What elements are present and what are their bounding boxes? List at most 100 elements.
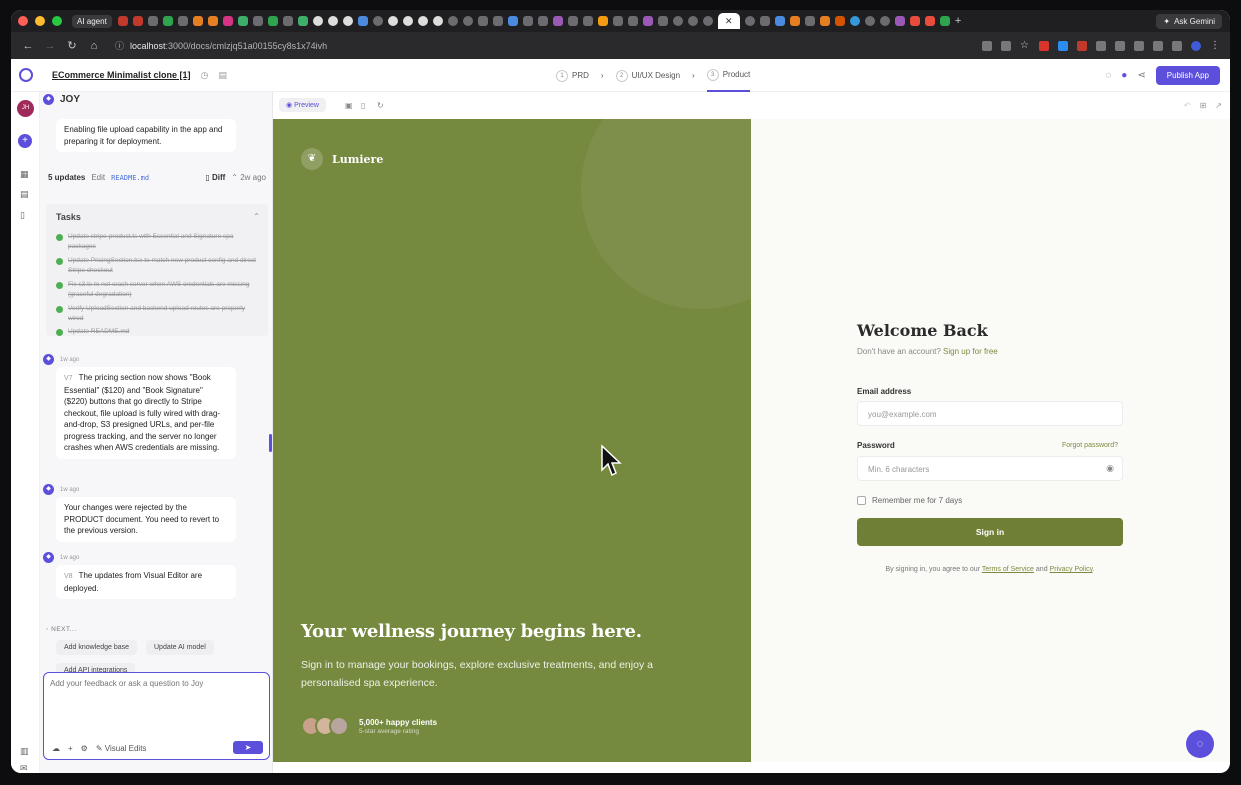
database-icon[interactable]: ▤ xyxy=(20,189,30,199)
github-icon[interactable] xyxy=(312,16,323,26)
grid-icon[interactable]: ▦ xyxy=(20,169,30,179)
tab-favicon-icon[interactable] xyxy=(567,16,578,26)
password-key-icon[interactable] xyxy=(1172,40,1182,51)
chat-input[interactable] xyxy=(50,679,262,729)
tab-favicon-icon[interactable] xyxy=(672,16,683,26)
tab-favicon-icon[interactable] xyxy=(894,16,905,26)
tab-favicon-icon[interactable] xyxy=(282,16,293,26)
github-icon[interactable] xyxy=(402,16,413,26)
tab-favicon-icon[interactable] xyxy=(864,16,875,26)
remember-checkbox[interactable] xyxy=(857,496,866,505)
tab-favicon-icon[interactable] xyxy=(879,16,890,26)
tab-favicon-icon[interactable] xyxy=(582,16,593,26)
tab-favicon-icon[interactable] xyxy=(132,16,143,26)
tab-favicon-icon[interactable] xyxy=(267,16,278,26)
edited-file[interactable]: README.md xyxy=(111,174,149,182)
more-menu-icon[interactable]: ⋮ xyxy=(1210,40,1220,51)
document-icon[interactable]: ▯ xyxy=(20,210,30,220)
tab-favicon-icon[interactable] xyxy=(687,16,698,26)
brand[interactable]: ❦ Lumiere xyxy=(301,148,383,170)
send-button[interactable]: ➤ xyxy=(233,741,263,754)
chat-support-button[interactable]: ◌ xyxy=(1186,730,1214,758)
tab-favicon-icon[interactable] xyxy=(237,16,248,26)
forward-arrow-icon[interactable]: → xyxy=(39,40,61,52)
tab-favicon-icon[interactable] xyxy=(834,16,845,26)
home-icon[interactable]: ⌂ xyxy=(83,40,105,52)
tab-favicon-icon[interactable] xyxy=(462,16,473,26)
add-icon[interactable]: + xyxy=(68,744,73,753)
step-prd[interactable]: 1 PRD xyxy=(556,59,589,92)
tab-favicon-icon[interactable] xyxy=(147,16,158,26)
tab-favicon-icon[interactable] xyxy=(492,16,503,26)
tab-favicon-icon[interactable] xyxy=(252,16,263,26)
share-icon[interactable]: ⋖ xyxy=(1137,70,1145,81)
inbox-icon[interactable]: ✉ xyxy=(20,763,30,773)
open-external-icon[interactable]: ↗ xyxy=(1215,101,1222,110)
address-bar[interactable]: ⓘ localhost:3000/docs/cmlzjq51a00155cy8s… xyxy=(115,39,327,52)
project-title[interactable]: ECommerce Minimalist clone [1] xyxy=(52,70,191,80)
version-badge[interactable]: V8 xyxy=(64,573,73,580)
terms-link[interactable]: Terms of Service xyxy=(982,566,1034,573)
tab-favicon-icon[interactable] xyxy=(357,16,368,26)
tab-favicon-icon[interactable] xyxy=(924,16,935,26)
new-tab-icon[interactable]: + xyxy=(955,15,961,27)
tab-favicon-icon[interactable] xyxy=(849,16,860,26)
tab-favicon-icon[interactable] xyxy=(207,16,218,26)
user-avatar[interactable]: JH xyxy=(17,100,34,117)
step-ui-ux-design[interactable]: 2 UI/UX Design xyxy=(615,59,680,92)
preview-tab[interactable]: ◉ Preview xyxy=(279,98,326,112)
tab-favicon-icon[interactable] xyxy=(162,16,173,26)
tab-favicon-icon[interactable] xyxy=(477,16,488,26)
close-window-button[interactable] xyxy=(18,16,28,26)
resize-handle[interactable] xyxy=(269,434,272,452)
profile-avatar-icon[interactable] xyxy=(1191,40,1201,51)
password-field[interactable]: Min. 6 characters ◉ xyxy=(857,456,1123,481)
step-product[interactable]: 3 Product xyxy=(706,59,751,92)
tab-favicon-icon[interactable] xyxy=(522,16,533,26)
tab-favicon-icon[interactable] xyxy=(117,16,128,26)
tab-favicon-icon[interactable] xyxy=(627,16,638,26)
history-icon[interactable]: ◷ xyxy=(201,70,209,81)
forgot-password-link[interactable]: Forgot password? xyxy=(1062,442,1118,449)
translate-icon[interactable] xyxy=(982,40,992,51)
tab-favicon-icon[interactable] xyxy=(372,16,383,26)
extension-icon[interactable] xyxy=(1153,40,1163,51)
extension-icon[interactable] xyxy=(1058,40,1068,51)
app-logo-icon[interactable] xyxy=(19,68,33,82)
tab-favicon-icon[interactable] xyxy=(759,16,770,26)
active-tab-close-icon[interactable]: ✕ xyxy=(717,13,740,29)
settings-icon[interactable]: ⚙ xyxy=(81,744,88,753)
sync-icon[interactable]: ◌ xyxy=(1105,70,1111,81)
site-info-icon[interactable]: ⓘ xyxy=(115,39,124,52)
version-badge[interactable]: V7 xyxy=(64,375,73,382)
tab-favicon-icon[interactable] xyxy=(447,16,458,26)
github-icon[interactable]: ● xyxy=(1121,70,1127,81)
back-icon[interactable]: ↶ xyxy=(1184,101,1191,110)
publish-app-button[interactable]: Publish App xyxy=(1155,66,1220,85)
cast-icon[interactable] xyxy=(1001,40,1011,51)
tab-favicon-icon[interactable] xyxy=(192,16,203,26)
github-icon[interactable] xyxy=(417,16,428,26)
chevron-up-icon[interactable]: ⌃ xyxy=(253,212,260,221)
tab-favicon-icon[interactable] xyxy=(909,16,920,26)
diff-button[interactable]: ▯ Diff xyxy=(205,173,225,182)
tab-favicon-icon[interactable] xyxy=(177,16,188,26)
tab-favicon-icon[interactable] xyxy=(702,16,713,26)
tab-favicon-icon[interactable] xyxy=(507,16,518,26)
back-arrow-icon[interactable]: ← xyxy=(17,40,39,52)
docs-icon[interactable]: ▥ xyxy=(20,746,30,756)
github-icon[interactable] xyxy=(387,16,398,26)
email-field[interactable]: you@example.com xyxy=(857,401,1123,426)
github-icon[interactable] xyxy=(342,16,353,26)
tree-view-icon[interactable]: ⊞ xyxy=(1200,101,1207,110)
tab-favicon-icon[interactable] xyxy=(642,16,653,26)
visual-edits-button[interactable]: ✎ Visual Edits xyxy=(96,744,147,753)
ask-gemini-button[interactable]: ✦ Ask Gemini xyxy=(1156,13,1222,29)
panel-icon[interactable]: ▤ xyxy=(218,70,227,81)
minimize-window-button[interactable] xyxy=(35,16,45,26)
tab-favicon-icon[interactable] xyxy=(804,16,815,26)
upload-cloud-icon[interactable]: ☁ xyxy=(52,744,60,753)
reload-icon[interactable]: ↻ xyxy=(61,39,83,52)
tab-favicon-icon[interactable] xyxy=(789,16,800,26)
tab-search-icon[interactable] xyxy=(1134,40,1144,51)
